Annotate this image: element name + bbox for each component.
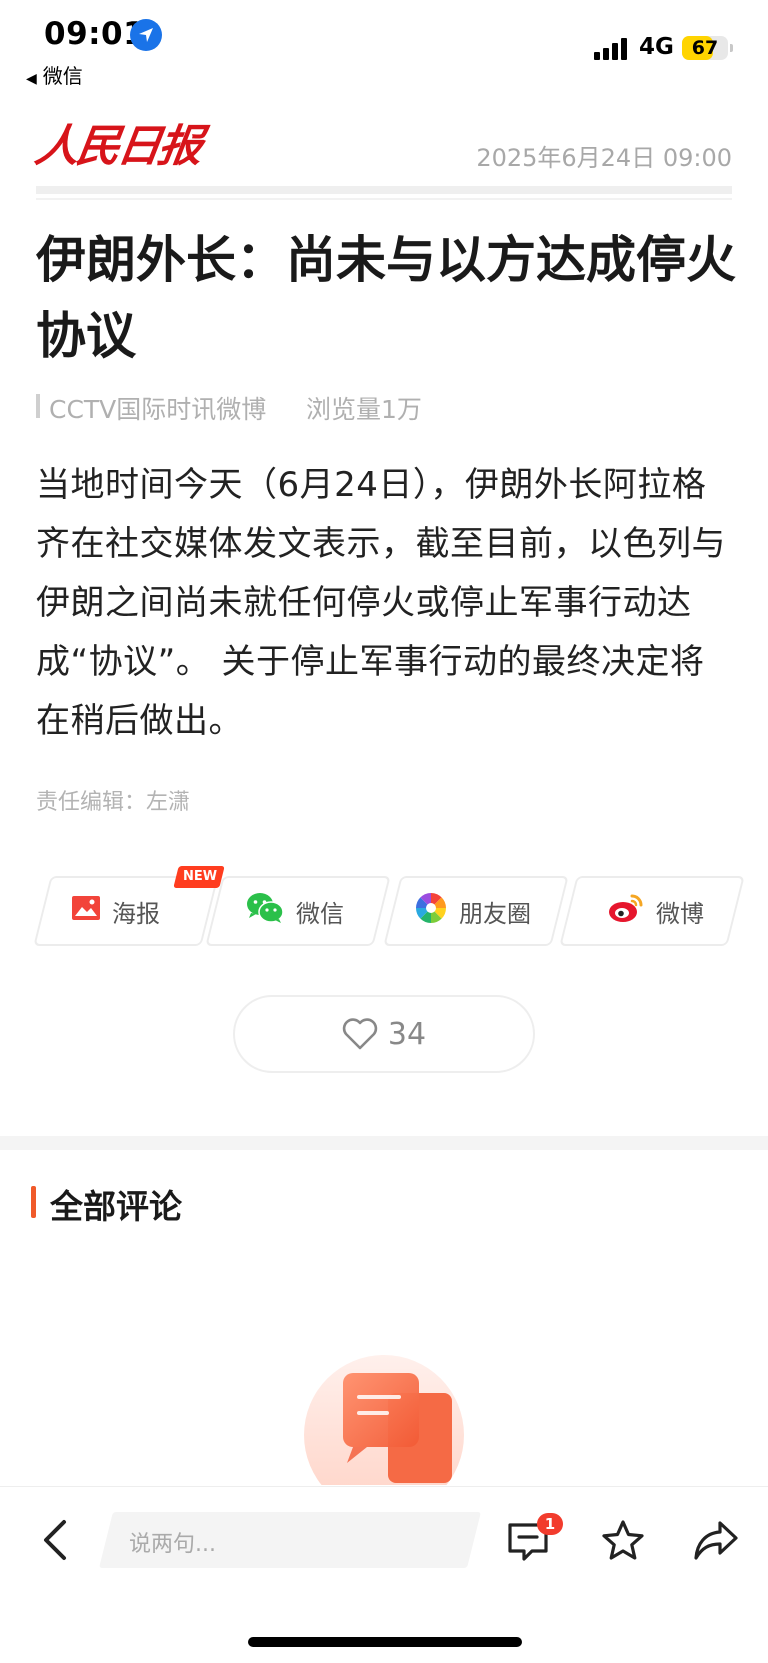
chevron-left-icon xyxy=(44,1520,66,1560)
share-weibo-label: 微博 xyxy=(656,899,704,928)
moments-icon xyxy=(415,892,447,930)
like-button[interactable]: 34 xyxy=(233,995,535,1073)
heart-icon xyxy=(342,1018,378,1050)
favorite-button[interactable] xyxy=(600,1518,646,1564)
comment-input-placeholder: 说两句... xyxy=(129,1532,216,1557)
section-divider xyxy=(0,1136,768,1150)
star-icon xyxy=(602,1520,644,1560)
header-divider xyxy=(36,186,732,194)
home-indicator xyxy=(248,1637,522,1647)
battery-cap xyxy=(730,44,733,52)
source-marker xyxy=(36,394,40,418)
back-to-app-link[interactable]: ◀ 微信 xyxy=(26,60,83,89)
share-button[interactable] xyxy=(693,1518,739,1562)
responsible-editor: 责任编辑：左潇 xyxy=(36,790,191,815)
back-app-label: 微信 xyxy=(42,64,83,88)
article-title: 伊朗外长：尚未与以方达成停火协议 xyxy=(36,231,736,365)
header-divider-thin xyxy=(36,198,732,200)
share-arrow-icon xyxy=(694,1521,738,1560)
article-source: CCTV国际时讯微博 xyxy=(49,395,267,424)
cellular-signal-icon xyxy=(594,38,630,60)
poster-icon xyxy=(72,896,100,926)
weibo-icon xyxy=(608,893,644,929)
comments-accent-bar xyxy=(31,1186,36,1218)
share-wechat-content: 微信 xyxy=(246,876,344,946)
empty-comments-illustration xyxy=(303,1355,465,1485)
brand-logo: 人民日报 xyxy=(31,121,203,172)
back-button[interactable] xyxy=(38,1518,74,1562)
share-moments-label: 朋友圈 xyxy=(459,899,531,928)
article-body: 当地时间今天（6月24日），伊朗外长阿拉格齐在社交媒体发文表示，截至目前，以色列… xyxy=(36,465,726,741)
battery-level: 67 xyxy=(691,37,719,59)
comments-heading: 全部评论 xyxy=(50,1187,182,1226)
location-arrow-icon xyxy=(130,19,162,51)
share-poster-content: 海报 xyxy=(72,876,160,946)
comment-count-badge: 1 xyxy=(537,1513,563,1535)
share-poster-label: 海报 xyxy=(112,899,160,928)
publish-date: 2025年6月24日 09:00 xyxy=(476,144,732,172)
wechat-icon xyxy=(246,892,284,930)
share-moments-content: 朋友圈 xyxy=(415,876,531,946)
back-triangle-icon: ◀ xyxy=(26,71,37,87)
view-count: 浏览量1万 xyxy=(306,395,422,424)
share-wechat-label: 微信 xyxy=(296,899,344,928)
status-bar: 09:01 ◀ 微信 4G 67 xyxy=(0,0,768,88)
share-weibo-content: 微博 xyxy=(608,876,704,946)
like-count: 34 xyxy=(387,1016,427,1052)
battery-icon: 67 xyxy=(682,36,728,60)
new-badge-label: NEW xyxy=(182,869,218,884)
network-type: 4G xyxy=(639,34,674,60)
